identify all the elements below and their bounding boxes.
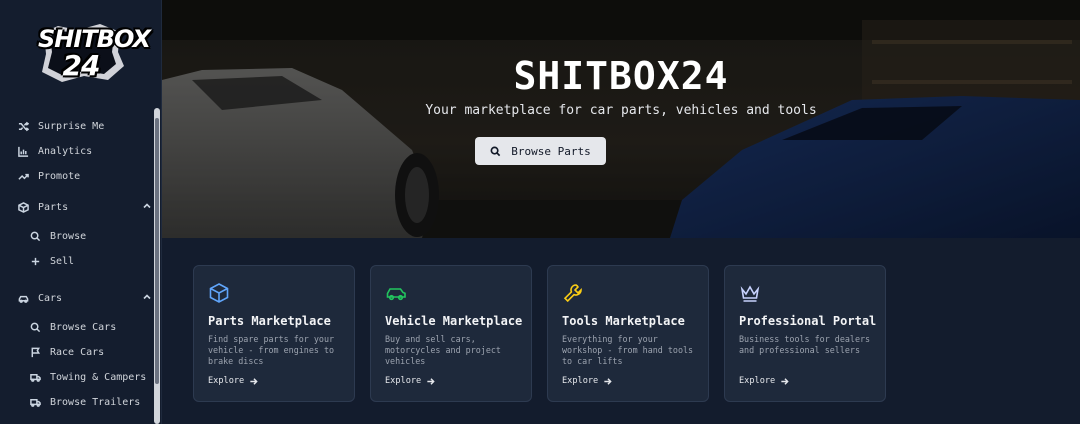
- card-title: Parts Marketplace: [208, 314, 331, 328]
- card-tools-marketplace[interactable]: Tools Marketplace Everything for your wo…: [547, 265, 709, 402]
- sidebar-item-label: Race Cars: [50, 346, 105, 358]
- card-vehicle-marketplace[interactable]: Vehicle Marketplace Buy and sell cars, m…: [370, 265, 532, 402]
- sidebar-item-label: Browse Cars: [50, 321, 117, 333]
- sidebar-item-label: Surprise Me: [38, 120, 105, 132]
- plus-icon: [28, 254, 42, 268]
- logo-line-2: 24: [62, 49, 101, 82]
- sidebar-scrollbar-thumb[interactable]: [155, 118, 159, 384]
- sidebar-item-label: Towing & Campers: [50, 371, 147, 383]
- sidebar: SHITBOX 24 Surprise Me Analytics Promote…: [0, 0, 162, 424]
- card-description: Buy and sell cars, motorcycles and proje…: [385, 334, 501, 366]
- trending-up-icon: [16, 169, 30, 183]
- search-icon: [28, 320, 42, 334]
- explore-label: Explore: [208, 376, 245, 386]
- card-description: Find spare parts for your vehicle - from…: [208, 334, 335, 366]
- sidebar-item-label: Browse: [50, 230, 87, 242]
- chevron-up-icon[interactable]: [142, 201, 152, 211]
- sidebar-item-label: Sell: [50, 255, 75, 267]
- box-icon: [16, 200, 30, 214]
- wrench-icon: [562, 282, 584, 304]
- arrow-right-icon: [249, 377, 258, 386]
- sidebar-item-promote[interactable]: Promote: [16, 165, 166, 187]
- search-icon: [490, 146, 501, 157]
- hero-banner: SHITBOX24 Your marketplace for car parts…: [162, 0, 1080, 238]
- card-title: Tools Marketplace: [562, 314, 685, 328]
- sidebar-item-label: Browse Trailers: [50, 396, 141, 408]
- browse-parts-button[interactable]: Browse Parts: [475, 137, 606, 165]
- hero-background-image: [162, 0, 1080, 238]
- hero-title: SHITBOX24: [513, 54, 729, 98]
- explore-link[interactable]: Explore: [562, 376, 612, 386]
- crown-icon: [739, 282, 761, 304]
- explore-label: Explore: [385, 376, 422, 386]
- brand-logo[interactable]: SHITBOX 24: [38, 22, 151, 84]
- sidebar-item-surprise-me[interactable]: Surprise Me: [16, 115, 166, 137]
- box-icon: [208, 282, 230, 304]
- bar-chart-icon: [16, 144, 30, 158]
- explore-link[interactable]: Explore: [739, 376, 789, 386]
- sidebar-section-parts[interactable]: Parts: [16, 196, 166, 218]
- logo-wordmark: SHITBOX 24: [38, 26, 151, 82]
- sidebar-item-label: Cars: [38, 292, 63, 304]
- explore-link[interactable]: Explore: [208, 376, 258, 386]
- sidebar-item-label: Promote: [38, 170, 81, 182]
- browse-parts-label: Browse Parts: [511, 144, 591, 158]
- arrow-right-icon: [603, 377, 612, 386]
- sidebar-item-label: Analytics: [38, 145, 93, 157]
- truck-icon: [28, 370, 42, 384]
- card-description: Business tools for dealers and professio…: [739, 334, 871, 355]
- card-professional-portal[interactable]: Professional Portal Business tools for d…: [724, 265, 886, 402]
- car-icon: [385, 282, 407, 304]
- explore-link[interactable]: Explore: [385, 376, 435, 386]
- car-icon: [16, 291, 30, 305]
- sidebar-section-cars[interactable]: Cars: [16, 287, 166, 309]
- flag-icon: [28, 345, 42, 359]
- arrow-right-icon: [780, 377, 789, 386]
- chevron-up-icon[interactable]: [142, 292, 152, 302]
- card-parts-marketplace[interactable]: Parts Marketplace Find spare parts for y…: [193, 265, 355, 402]
- shuffle-icon: [16, 119, 30, 133]
- card-title: Professional Portal: [739, 314, 877, 328]
- explore-label: Explore: [562, 376, 599, 386]
- marketplace-cards: Parts Marketplace Find spare parts for y…: [162, 238, 1080, 424]
- search-icon: [28, 229, 42, 243]
- arrow-right-icon: [426, 377, 435, 386]
- sidebar-item-label: Parts: [38, 201, 69, 213]
- card-title: Vehicle Marketplace: [385, 314, 523, 328]
- card-description: Everything for your workshop - from hand…: [562, 334, 694, 366]
- trailer-icon: [28, 395, 42, 409]
- hero-subtitle: Your marketplace for car parts, vehicles…: [425, 103, 817, 118]
- explore-label: Explore: [739, 376, 776, 386]
- sidebar-item-analytics[interactable]: Analytics: [16, 140, 166, 162]
